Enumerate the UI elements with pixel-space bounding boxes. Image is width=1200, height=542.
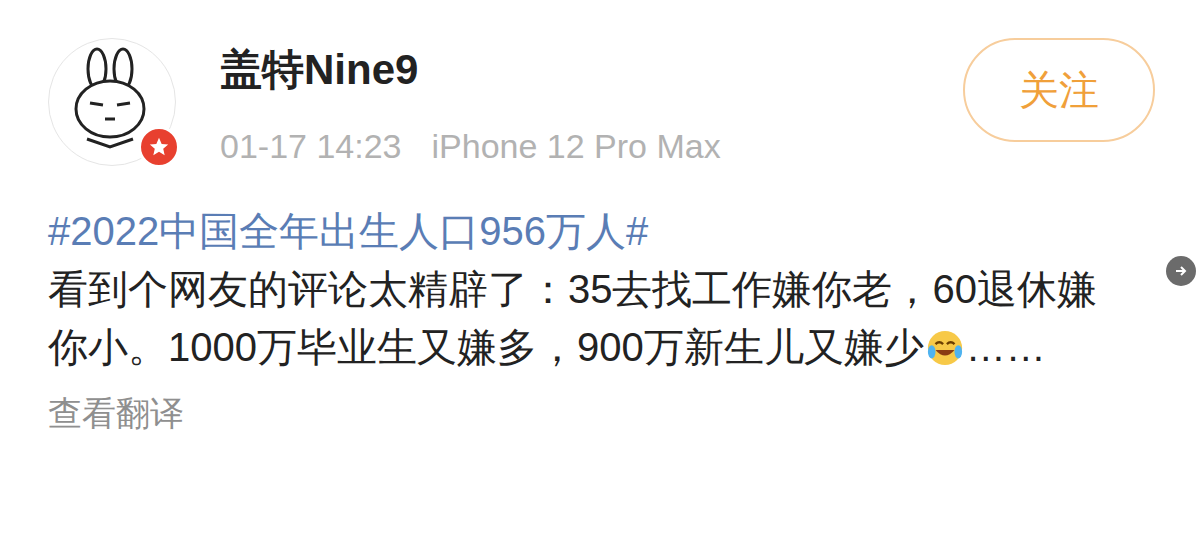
author-name[interactable]: 盖特Nine9 — [220, 40, 963, 100]
verified-badge-icon — [138, 126, 180, 168]
weibo-post: 盖特Nine9 01-17 14:23 iPhone 12 Pro Max 关注 #20… — [0, 0, 1200, 542]
post-header: 盖特Nine9 01-17 14:23 iPhone 12 Pro Max 关注 — [0, 0, 1200, 170]
hashtag[interactable]: #2022中国全年出生人口956万人# — [48, 202, 1130, 260]
post-device: iPhone 12 Pro Max — [432, 122, 721, 170]
avatar[interactable] — [48, 38, 176, 166]
post-time: 01-17 14:23 — [220, 122, 402, 170]
laughing-emoji-icon — [926, 329, 964, 367]
follow-button[interactable]: 关注 — [963, 38, 1155, 142]
post-meta: 01-17 14:23 iPhone 12 Pro Max — [220, 122, 963, 170]
author-info: 盖特Nine9 01-17 14:23 iPhone 12 Pro Max — [220, 38, 963, 170]
translate-link[interactable]: 查看翻译 — [48, 388, 1130, 438]
post-text: 看到个网友的评论太精辟了：35去找工作嫌你老，60退休嫌你小。1000万毕业生又… — [48, 260, 1130, 376]
arrow-right-icon — [1173, 263, 1189, 279]
post-content: #2022中国全年出生人口956万人#看到个网友的评论太精辟了：35去找工作嫌你… — [0, 202, 1200, 438]
side-arrow-button[interactable] — [1166, 256, 1196, 286]
